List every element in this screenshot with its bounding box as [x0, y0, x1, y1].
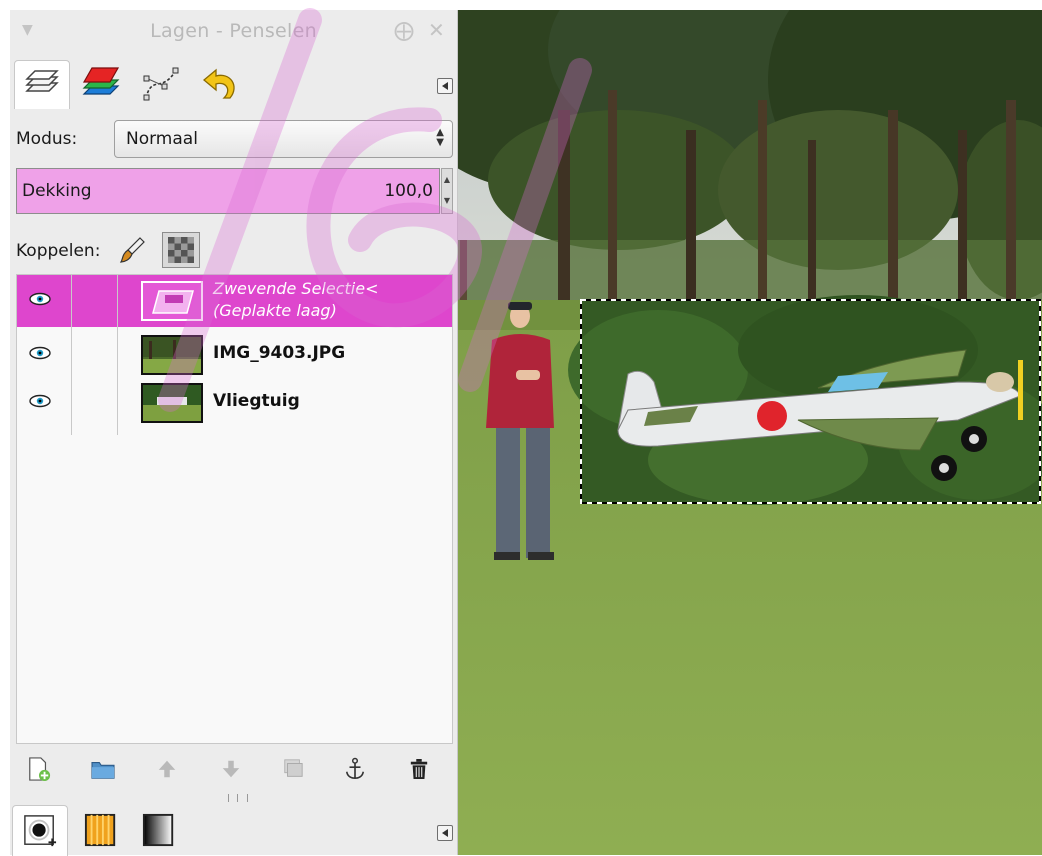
delete-layer-button[interactable] — [404, 754, 434, 784]
mode-value: Normaal — [126, 129, 198, 149]
new-layer-button[interactable] — [24, 754, 54, 784]
duplicate-layer-icon — [284, 759, 303, 777]
canvas-photo — [458, 10, 1042, 855]
visibility-eye-icon[interactable] — [29, 394, 51, 408]
dock-configure-icon[interactable] — [437, 825, 453, 841]
tab-undo-history[interactable] — [194, 60, 248, 108]
dock-titlebar: ▼ Lagen - Penselen ⨁ ✕ — [10, 10, 457, 54]
paths-icon — [143, 67, 179, 101]
mode-label: Modus: — [16, 129, 78, 149]
new-layer-group-button[interactable] — [88, 754, 118, 784]
layer-name-floating: Zwevende Selectie< (Geplakte laag) — [213, 279, 379, 320]
column-divider — [71, 275, 72, 435]
opacity-value: 100,0 — [384, 181, 433, 201]
layer-name-vliegtuig: Vliegtuig — [213, 391, 300, 411]
opacity-slider[interactable]: Dekking 100,0 — [16, 168, 440, 214]
tab-patterns[interactable] — [74, 805, 128, 855]
tab-paths[interactable] — [134, 60, 188, 108]
gradients-icon — [142, 813, 174, 847]
visibility-eye-icon[interactable] — [29, 346, 51, 360]
layers-toolbar — [10, 746, 457, 792]
photo-thumbnail-icon — [143, 337, 201, 373]
floating-selection-icon — [152, 290, 194, 314]
photo-thumbnail-icon — [143, 385, 201, 421]
layers-icon — [25, 70, 59, 92]
opacity-spin-buttons[interactable]: ▲ ▼ — [441, 168, 453, 214]
visibility-eye-icon[interactable] — [29, 292, 51, 306]
mode-select[interactable]: Normaal ▲ ▼ — [114, 120, 453, 158]
opacity-label: Dekking — [22, 181, 92, 201]
new-layer-group-icon — [91, 762, 115, 779]
dock-tabs — [10, 60, 457, 110]
lower-layer-icon — [222, 760, 240, 778]
tab-channels[interactable] — [74, 60, 128, 108]
bottom-dock-tabs — [10, 805, 457, 856]
patterns-icon — [84, 813, 116, 847]
combo-arrows-icon: ▲ ▼ — [436, 127, 444, 148]
tab-layers[interactable] — [14, 60, 70, 109]
new-layer-icon — [29, 757, 51, 781]
anchor-layer-button[interactable] — [340, 754, 370, 784]
column-divider — [117, 275, 118, 435]
layer-thumbnail-vliegtuig — [141, 383, 203, 423]
raise-layer-icon — [158, 760, 176, 778]
layers-dock-panel: ▼ Lagen - Penselen ⨁ ✕ Modus: Normaal ▲ … — [10, 10, 458, 856]
tab-gradients[interactable] — [132, 805, 186, 855]
anchor-layer-icon — [345, 757, 365, 779]
layer-thumbnail-img-9403 — [141, 335, 203, 375]
lock-pixels-brush-icon[interactable] — [118, 232, 148, 268]
brushes-icon — [24, 815, 57, 847]
tab-brushes[interactable] — [12, 805, 68, 856]
image-canvas[interactable] — [458, 10, 1042, 855]
layer-name-img-9403: IMG_9403.JPG — [213, 343, 346, 363]
undo-icon — [202, 68, 235, 99]
dock-resize-grip[interactable] — [228, 794, 248, 802]
lock-label: Koppelen: — [16, 241, 101, 261]
raise-layer-button[interactable] — [152, 754, 182, 784]
layer-row-floating-selection[interactable]: Zwevende Selectie< (Geplakte laag) — [17, 275, 452, 327]
channels-icon — [82, 67, 120, 95]
dock-pin-icon[interactable]: ⨁ — [394, 19, 414, 41]
duplicate-layer-button[interactable] — [278, 754, 308, 784]
layers-list[interactable]: Zwevende Selectie< (Geplakte laag) IMG_94… — [16, 274, 453, 744]
lock-alpha-toggle[interactable] — [162, 232, 200, 268]
layer-thumbnail-floating — [141, 281, 203, 321]
layer-row-img-9403[interactable]: IMG_9403.JPG — [17, 329, 452, 381]
dock-title: Lagen - Penselen — [150, 20, 317, 42]
layer-row-vliegtuig[interactable]: Vliegtuig — [17, 377, 452, 429]
dock-configure-icon[interactable] — [437, 78, 453, 94]
close-icon[interactable]: ✕ — [428, 19, 445, 41]
lower-layer-button[interactable] — [216, 754, 246, 784]
delete-layer-icon — [410, 759, 428, 779]
checkerboard-icon — [168, 237, 194, 263]
